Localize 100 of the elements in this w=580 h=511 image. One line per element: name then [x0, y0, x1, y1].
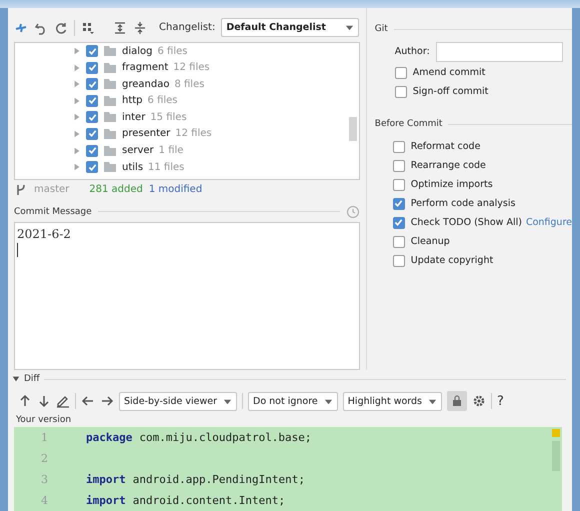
folder-name[interactable]: http	[122, 95, 143, 106]
warning-marker	[552, 429, 560, 437]
dropdown-arrow-icon	[324, 396, 333, 406]
folder-icon	[103, 160, 117, 174]
branch-name: master	[34, 184, 70, 196]
group-icon[interactable]	[81, 20, 95, 35]
code-keyword: import	[86, 494, 126, 507]
option-label: Check TODO (Show All)	[410, 217, 522, 228]
section-title: Before Commit	[374, 119, 442, 129]
branch-icon	[14, 182, 28, 197]
dropdown-arrow-icon	[345, 23, 354, 32]
scrollbar-thumb[interactable]	[348, 116, 357, 141]
section-title: Git	[374, 24, 388, 34]
code-text: com.miju.cloudpatrol.base;	[139, 431, 312, 444]
folder-icon	[103, 60, 117, 75]
checkbox[interactable]	[86, 161, 98, 174]
dropdown-arrow-icon	[428, 396, 437, 406]
expand-arrow-icon[interactable]	[73, 47, 81, 55]
viewer-dropdown[interactable]: Side-by-side viewer	[119, 392, 237, 410]
option-label: Reformat code	[410, 141, 480, 152]
modified-count: 1 modified	[148, 184, 202, 196]
code-text: android.content.Intent;	[132, 494, 286, 507]
file-count: 8 files	[174, 78, 204, 90]
added-count: 281 added	[89, 184, 143, 196]
line-number: 4	[40, 494, 48, 507]
checkbox[interactable]	[392, 254, 405, 266]
checkbox[interactable]	[86, 62, 98, 74]
help-icon[interactable]: ?	[497, 394, 504, 408]
folder-icon	[103, 144, 117, 158]
file-count: 11 files	[148, 162, 184, 173]
checkbox[interactable]	[86, 94, 98, 107]
folder-icon	[103, 126, 117, 141]
option-label: Cleanup	[410, 236, 450, 247]
file-count: 1 file	[158, 145, 184, 156]
option-label: Rearrange code	[410, 160, 486, 171]
collapse-arrow-icon[interactable]	[12, 375, 20, 383]
checkbox[interactable]	[86, 111, 98, 124]
file-count: 12 files	[175, 128, 212, 140]
side-label: Your version	[15, 414, 72, 425]
option-label: Amend commit	[412, 67, 486, 78]
author-label: Author:	[394, 46, 430, 57]
line-number: 1	[40, 431, 48, 444]
folder-name[interactable]: greandao	[122, 78, 170, 90]
code-text: android.app.PendingIntent;	[132, 473, 305, 486]
author-field[interactable]	[436, 42, 563, 62]
checkbox[interactable]	[86, 45, 98, 57]
arrow-down-icon[interactable]	[37, 394, 51, 408]
file-count: 6 files	[148, 95, 178, 106]
checkbox[interactable]	[394, 66, 407, 78]
option-label: Optimize imports	[410, 179, 493, 190]
folder-name[interactable]: utils	[122, 162, 144, 173]
code-keyword: package	[86, 431, 132, 444]
expand-all-icon[interactable]	[113, 20, 127, 35]
configure-link[interactable]: Configure	[526, 217, 572, 228]
lock-button[interactable]	[447, 391, 467, 411]
dropdown-arrow-icon	[223, 396, 232, 406]
folder-icon	[103, 94, 117, 108]
checkbox[interactable]	[392, 160, 405, 172]
option-label: Sign-off commit	[412, 86, 488, 97]
folder-icon	[103, 44, 117, 58]
checkbox[interactable]	[394, 86, 407, 98]
lock-icon	[452, 395, 462, 407]
folder-icon	[103, 77, 117, 92]
checkbox[interactable]	[392, 178, 405, 190]
line-number: 3	[40, 473, 48, 486]
checkbox[interactable]	[86, 144, 98, 157]
file-count: 6 files	[158, 46, 188, 56]
refresh-icon[interactable]	[54, 20, 68, 35]
highlight-dropdown[interactable]: Highlight words	[342, 392, 442, 410]
checkbox[interactable]	[86, 128, 98, 140]
arrow-up-icon[interactable]	[18, 394, 32, 408]
changelist-dropdown[interactable]: Default Changelist	[221, 18, 360, 38]
folder-name[interactable]: server	[122, 145, 154, 156]
option-label: Perform code analysis	[410, 198, 516, 209]
folder-icon	[103, 110, 117, 124]
line-number: 2	[40, 452, 48, 465]
option-label: Update copyright	[410, 255, 494, 266]
folder-name[interactable]: dialog	[122, 46, 152, 56]
arrow-right-icon[interactable]	[100, 394, 114, 408]
arrow-left-icon[interactable]	[81, 394, 95, 408]
folder-name[interactable]: presenter	[122, 128, 170, 140]
settings-icon[interactable]	[472, 394, 486, 408]
code-keyword: import	[86, 473, 126, 486]
commit-message-field[interactable]: 2021-6-2	[14, 222, 360, 370]
file-count: 12 files	[173, 62, 210, 74]
checkbox[interactable]	[86, 78, 98, 90]
clock-icon[interactable]	[346, 204, 360, 219]
ignore-dropdown[interactable]: Do not ignore	[248, 392, 338, 410]
checkbox[interactable]	[392, 198, 405, 210]
collapse-all-icon[interactable]	[133, 20, 147, 35]
checkbox[interactable]	[392, 140, 405, 152]
folder-name[interactable]: inter	[122, 112, 146, 123]
checkbox[interactable]	[392, 236, 405, 248]
diff-title[interactable]: Diff	[24, 374, 40, 384]
pencil-icon[interactable]	[56, 394, 70, 408]
changelist-label: Changelist:	[159, 22, 216, 34]
checkbox[interactable]	[392, 216, 405, 228]
file-count: 15 files	[150, 112, 187, 123]
commit-message-label: Commit Message	[14, 206, 92, 217]
folder-name[interactable]: fragment	[122, 62, 168, 74]
